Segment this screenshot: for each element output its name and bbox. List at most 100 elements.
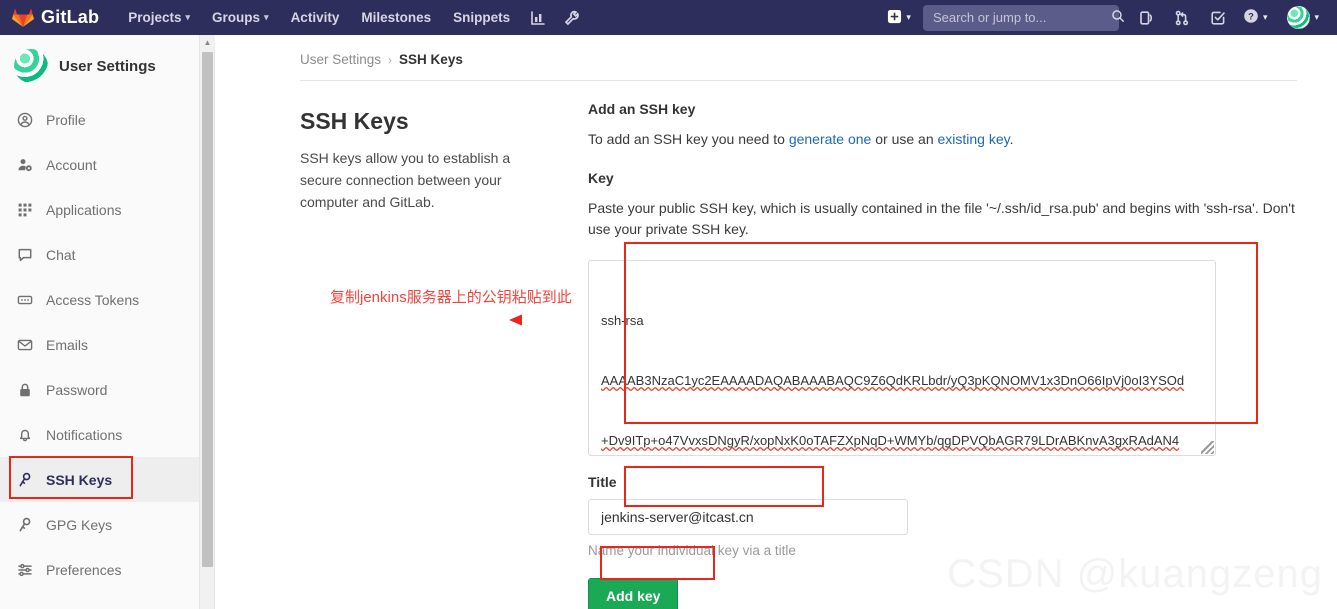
user-circle-icon bbox=[16, 112, 34, 128]
page-title: SSH Keys bbox=[300, 108, 409, 134]
lock-icon bbox=[16, 382, 34, 398]
page-description: SSH keys allow you to establish a secure… bbox=[300, 150, 511, 210]
sidebar-item-applications[interactable]: Applications bbox=[0, 187, 199, 232]
top-navbar: GitLab Projects ▾ Groups ▾ Activity Mile… bbox=[0, 0, 1337, 35]
scrollbar-thumb[interactable] bbox=[202, 52, 213, 567]
nav-item-milestones[interactable]: Milestones bbox=[350, 0, 442, 35]
plus-square-icon bbox=[887, 9, 902, 27]
intro-suffix: . bbox=[1009, 131, 1014, 147]
chevron-down-icon: ▾ bbox=[185, 12, 191, 22]
sidebar-item-preferences[interactable]: Preferences bbox=[0, 547, 199, 592]
help-button[interactable]: ? ▾ bbox=[1237, 8, 1274, 27]
gitlab-brand-text: GitLab bbox=[41, 7, 100, 27]
nav-item-milestones-label: Milestones bbox=[361, 10, 432, 25]
title-input[interactable] bbox=[588, 499, 908, 535]
nav-item-projects-label: Projects bbox=[128, 10, 182, 25]
sidebar-header: User Settings bbox=[0, 35, 199, 97]
sidebar-item-emails[interactable]: Emails bbox=[0, 322, 199, 367]
add-key-button[interactable]: Add key bbox=[588, 578, 679, 609]
sidebar-item-label: Password bbox=[46, 381, 108, 398]
nav-item-activity-label: Activity bbox=[290, 10, 340, 25]
chevron-down-icon: ▾ bbox=[1314, 12, 1319, 22]
avatar bbox=[1287, 6, 1311, 29]
add-ssh-key-form: Add an SSH key To add an SSH key you nee… bbox=[588, 101, 1297, 609]
grid-apps-icon bbox=[16, 202, 34, 218]
sidebar-scrollbar[interactable]: ▲ bbox=[200, 35, 215, 609]
sidebar-item-gpg-keys[interactable]: GPG Keys bbox=[0, 502, 199, 547]
gitlab-logo-link[interactable]: GitLab bbox=[12, 6, 99, 30]
nav-item-groups[interactable]: Groups ▾ bbox=[201, 0, 280, 35]
primary-nav: Projects ▾ Groups ▾ Activity Milestones … bbox=[117, 0, 589, 35]
user-menu-button[interactable]: ▾ bbox=[1275, 6, 1325, 29]
user-settings-sidebar: User Settings Profile Account Applicatio… bbox=[0, 35, 200, 609]
svg-text:?: ? bbox=[1248, 11, 1254, 22]
chevron-down-icon: ▾ bbox=[264, 12, 269, 22]
sidebar-item-label: GPG Keys bbox=[46, 516, 113, 533]
global-search[interactable] bbox=[922, 4, 1124, 31]
breadcrumb: User Settings › SSH Keys bbox=[216, 35, 1337, 67]
nav-item-snippets[interactable]: Snippets bbox=[442, 0, 521, 35]
todos-icon[interactable] bbox=[1201, 0, 1235, 35]
key-textarea[interactable]: ssh-rsa AAAAB3NzaC1yc2EAAAADAQABAAABAQC9… bbox=[588, 260, 1216, 456]
account-gear-icon bbox=[16, 157, 34, 173]
sidebar-item-access-tokens[interactable]: Access Tokens bbox=[0, 277, 199, 322]
sidebar-item-profile[interactable]: Profile bbox=[0, 97, 199, 142]
generate-one-link[interactable]: generate one bbox=[789, 131, 872, 147]
intro-middle: or use an bbox=[871, 131, 938, 147]
key-line: +Dv9ITp+o47VvxsDNgyR/xopNxK0oTAFZXpNqD+W… bbox=[601, 433, 1180, 448]
nav-item-activity[interactable]: Activity bbox=[280, 0, 351, 35]
sidebar-item-chat[interactable]: Chat bbox=[0, 232, 199, 277]
textarea-resize-handle[interactable] bbox=[1201, 441, 1214, 454]
key-field-help: Paste your public SSH key, which is usua… bbox=[588, 200, 1295, 237]
nav-item-groups-label: Groups bbox=[212, 10, 261, 25]
help-icon: ? bbox=[1243, 8, 1259, 27]
nav-item-snippets-label: Snippets bbox=[453, 10, 511, 25]
add-key-heading: Add an SSH key bbox=[588, 101, 696, 117]
title-field-help: Name your individual key via a title bbox=[588, 543, 796, 558]
sidebar-item-password[interactable]: Password bbox=[0, 367, 199, 412]
key-icon bbox=[16, 472, 34, 488]
sidebar-item-label: Chat bbox=[46, 246, 76, 263]
title-field-label: Title bbox=[588, 474, 617, 490]
issues-icon[interactable] bbox=[1129, 0, 1163, 35]
search-input[interactable] bbox=[930, 9, 1111, 26]
sliders-icon bbox=[16, 562, 34, 578]
gitlab-tanuki-icon bbox=[12, 6, 34, 30]
chevron-down-icon: ▾ bbox=[1262, 12, 1268, 22]
new-item-button[interactable]: ▾ bbox=[881, 9, 917, 27]
sidebar-item-label: Applications bbox=[46, 201, 122, 218]
sidebar-item-label: Profile bbox=[46, 111, 86, 128]
intro-prefix: To add an SSH key you need to bbox=[588, 131, 789, 147]
chat-bubble-icon bbox=[16, 247, 34, 263]
chevron-down-icon: ▾ bbox=[906, 12, 911, 22]
sidebar-item-label: Access Tokens bbox=[46, 291, 140, 308]
key-field-heading: Key bbox=[588, 170, 614, 186]
key-line: ssh-rsa bbox=[601, 313, 644, 328]
sidebar-item-label: Account bbox=[46, 156, 97, 173]
navbar-right-actions: ▾ Search or jump to... ? ▾ ▾ bbox=[881, 0, 1325, 35]
key-icon bbox=[16, 517, 34, 533]
sidebar-item-notifications[interactable]: Notifications bbox=[0, 412, 199, 457]
key-textarea-wrapper: ssh-rsa AAAAB3NzaC1yc2EAAAADAQABAAABAQC9… bbox=[588, 260, 1216, 456]
breadcrumb-user-settings[interactable]: User Settings bbox=[300, 52, 381, 67]
merge-requests-icon[interactable] bbox=[1165, 0, 1199, 35]
breadcrumb-separator: › bbox=[388, 52, 393, 67]
bell-icon bbox=[16, 427, 34, 443]
sidebar-item-label: Notifications bbox=[46, 426, 123, 443]
nav-item-projects[interactable]: Projects ▾ bbox=[117, 0, 201, 35]
sidebar-item-label: SSH Keys bbox=[46, 471, 113, 488]
scroll-up-arrow-icon[interactable]: ▲ bbox=[200, 35, 215, 50]
sidebar-item-label: Emails bbox=[46, 336, 89, 353]
gitlab-ssh-keys-page: GitLab Projects ▾ Groups ▾ Activity Mile… bbox=[0, 0, 1337, 609]
key-line: AAAAB3NzaC1yc2EAAAADAQABAAABAQC9Z6QdKRLb… bbox=[601, 373, 1185, 388]
existing-key-link[interactable]: existing key bbox=[938, 131, 1010, 147]
sidebar-item-account[interactable]: Account bbox=[0, 142, 199, 187]
settings-columns: SSH Keys SSH keys allow you to establish… bbox=[216, 81, 1337, 609]
sidebar-item-ssh-keys[interactable]: SSH Keys bbox=[0, 457, 199, 502]
sidebar-title: User Settings bbox=[59, 57, 156, 75]
annotation-label-paste-key: 复制jenkins服务器上的公钥粘贴到此 bbox=[330, 289, 572, 306]
add-key-intro: To add an SSH key you need to generate o… bbox=[588, 129, 1297, 150]
sidebar-item-label: Preferences bbox=[46, 561, 122, 578]
chart-icon[interactable] bbox=[521, 0, 555, 35]
wrench-icon[interactable] bbox=[555, 0, 589, 35]
